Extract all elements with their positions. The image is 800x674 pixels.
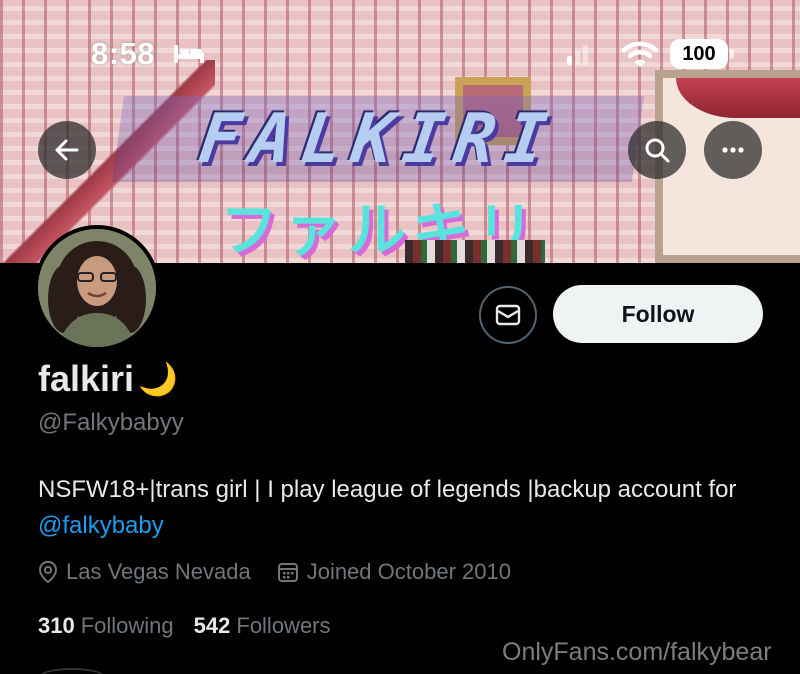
display-name-text: falkiri [38,358,135,399]
avatar-photo [38,229,156,347]
envelope-icon [495,304,521,326]
join-date-text: Joined October 2010 [306,559,511,584]
search-button[interactable] [628,121,686,179]
followers-stat[interactable]: 542 Followers [194,613,331,639]
avatar[interactable] [34,225,160,351]
arrow-left-icon [55,139,79,161]
bio-mention-link[interactable]: @falkybaby [38,512,164,539]
followers-label: Followers [236,613,331,638]
moon-emoji: 🌙 [138,361,178,397]
join-date: Joined October 2010 [277,559,511,585]
following-count: 310 [38,613,75,638]
banner-title-en: FALKIRI [111,96,645,182]
bed-icon [174,45,204,63]
bio: NSFW18+|trans girl | I play league of le… [38,472,758,544]
calendar-icon [277,563,298,582]
bio-text: NSFW18+|trans girl | I play league of le… [38,476,737,503]
follow-stats: 310 Following 542 Followers [38,610,351,642]
location-text: Las Vegas Nevada [66,559,251,584]
search-icon [645,138,670,163]
follow-button[interactable]: Follow [553,285,763,343]
back-button[interactable] [38,121,96,179]
watermark: OnlyFans.com/falkybear [502,638,772,666]
profile-screen: FALKIRI ファルキリ 8:58 100 Follow falkiri 🌙 … [0,0,800,674]
following-stat[interactable]: 310 Following [38,613,174,639]
cellular-signal-icon [567,45,588,65]
display-name: falkiri 🌙 [38,356,178,402]
status-time: 8:58 [91,36,156,71]
more-horizontal-icon [722,147,744,153]
followers-count: 542 [193,613,231,638]
location: Las Vegas Nevada [38,559,251,585]
profile-meta: Las Vegas Nevada Joined October 2010 [38,556,537,588]
message-button[interactable] [479,286,537,344]
following-label: Following [80,613,174,638]
user-handle: @Falkybabyy [38,409,184,436]
more-button[interactable] [704,121,762,179]
battery-indicator: 100 [670,39,734,69]
location-pin-icon [38,560,58,584]
banner-props-art [405,240,545,263]
next-section-edge [40,668,104,674]
wifi-icon [622,41,658,67]
